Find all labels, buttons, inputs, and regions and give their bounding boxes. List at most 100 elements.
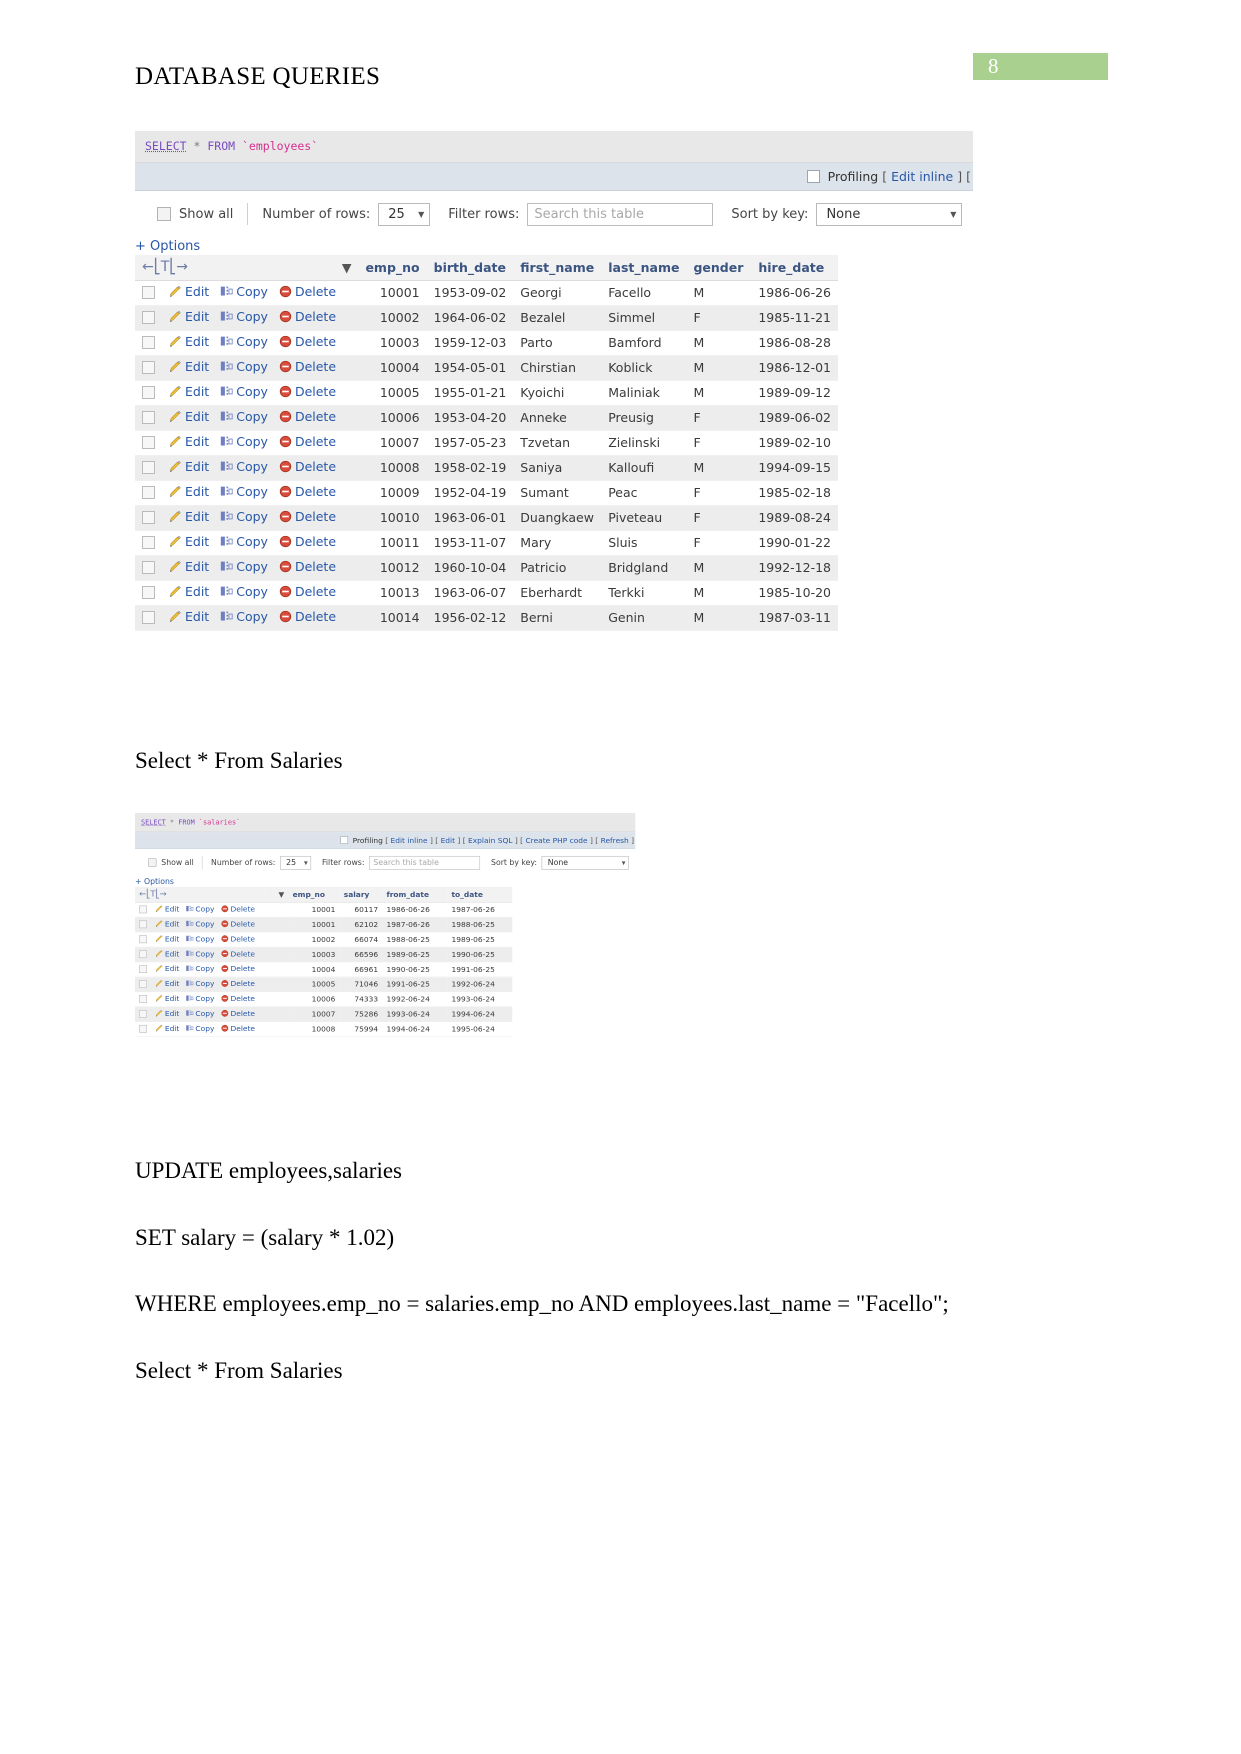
copy-row-link[interactable]: Copy [236, 359, 268, 374]
row-select-checkbox[interactable] [139, 950, 147, 959]
column-header-from-date[interactable]: from_date [382, 887, 448, 903]
row-select-checkbox[interactable] [139, 1010, 147, 1018]
edit-inline-link[interactable]: Edit inline [891, 169, 953, 184]
copy-row-link[interactable]: Copy [236, 309, 268, 324]
sort-by-key-select[interactable]: None ▼ [541, 855, 629, 870]
delete-row-link[interactable]: Delete [295, 609, 336, 624]
row-select-checkbox[interactable] [142, 561, 155, 574]
edit-row-link[interactable]: Edit [185, 359, 209, 374]
row-select-checkbox[interactable] [139, 980, 147, 988]
edit-row-link[interactable]: Edit [185, 409, 209, 424]
row-select-checkbox[interactable] [142, 536, 155, 549]
copy-row-link[interactable]: Copy [236, 484, 268, 499]
edit-row-link[interactable]: Edit [185, 509, 209, 524]
filter-rows-input[interactable]: Search this table [527, 202, 714, 226]
edit-inline-link[interactable]: Edit inline [391, 836, 428, 845]
delete-row-link[interactable]: Delete [230, 934, 255, 943]
filter-rows-input[interactable]: Search this table [369, 855, 481, 870]
edit-row-link[interactable]: Edit [185, 584, 209, 599]
delete-row-link[interactable]: Delete [295, 459, 336, 474]
edit-row-link[interactable]: Edit [165, 979, 179, 988]
row-select-checkbox[interactable] [139, 1024, 147, 1033]
number-of-rows-select[interactable]: 25 ▼ [378, 202, 431, 226]
edit-row-link[interactable]: Edit [185, 609, 209, 624]
row-navigation-header[interactable]: ←⎣T⎣→ [135, 255, 324, 281]
row-select-checkbox[interactable] [142, 461, 155, 474]
number-of-rows-select[interactable]: 25 ▼ [280, 855, 312, 870]
row-select-checkbox[interactable] [142, 411, 155, 424]
copy-row-link[interactable]: Copy [236, 384, 268, 399]
column-header-emp-no[interactable]: emp_no [288, 887, 340, 903]
copy-row-link[interactable]: Copy [195, 994, 214, 1003]
copy-row-link[interactable]: Copy [236, 459, 268, 474]
column-header-first-name[interactable]: first_name [513, 255, 602, 281]
edit-row-link[interactable]: Edit [185, 534, 209, 549]
delete-row-link[interactable]: Delete [295, 409, 336, 424]
copy-row-link[interactable]: Copy [236, 334, 268, 349]
row-select-checkbox[interactable] [139, 920, 147, 929]
delete-row-link[interactable]: Delete [230, 979, 255, 988]
copy-row-link[interactable]: Copy [195, 1024, 214, 1033]
copy-row-link[interactable]: Copy [236, 559, 268, 574]
row-select-checkbox[interactable] [139, 995, 147, 1003]
options-toggle-employees[interactable]: + Options [135, 237, 973, 255]
create-php-code-link[interactable]: Create PHP code [525, 836, 587, 845]
copy-row-link[interactable]: Copy [236, 609, 268, 624]
copy-row-link[interactable]: Copy [236, 584, 268, 599]
row-select-checkbox[interactable] [142, 436, 155, 449]
edit-row-link[interactable]: Edit [165, 1009, 179, 1018]
column-header-hire-date[interactable]: hire_date [751, 255, 838, 281]
edit-row-link[interactable]: Edit [165, 904, 179, 913]
column-header-gender[interactable]: gender [686, 255, 752, 281]
delete-row-link[interactable]: Delete [230, 1024, 255, 1033]
delete-row-link[interactable]: Delete [230, 919, 255, 928]
row-select-checkbox[interactable] [139, 965, 147, 973]
copy-row-link[interactable]: Copy [195, 904, 214, 913]
edit-row-link[interactable]: Edit [165, 1024, 179, 1033]
delete-row-link[interactable]: Delete [295, 484, 336, 499]
edit-row-link[interactable]: Edit [185, 434, 209, 449]
edit-row-link[interactable]: Edit [185, 484, 209, 499]
profiling-checkbox[interactable] [340, 836, 348, 845]
explain-sql-link[interactable]: Explain SQL [468, 836, 512, 845]
edit-row-link[interactable]: Edit [185, 559, 209, 574]
column-header-emp-no[interactable]: emp_no [358, 255, 427, 281]
copy-row-link[interactable]: Copy [195, 934, 214, 943]
row-select-checkbox[interactable] [142, 286, 155, 299]
sort-indicator-header[interactable]: ▼ [265, 887, 289, 903]
sql-query-box-employees[interactable]: SELECT * FROM `employees` [135, 131, 973, 163]
row-select-checkbox[interactable] [142, 336, 155, 349]
copy-row-link[interactable]: Copy [195, 979, 214, 988]
edit-row-link[interactable]: Edit [185, 384, 209, 399]
delete-row-link[interactable]: Delete [230, 994, 255, 1003]
copy-row-link[interactable]: Copy [195, 919, 214, 928]
edit-row-link[interactable]: Edit [165, 919, 179, 928]
row-select-checkbox[interactable] [142, 386, 155, 399]
delete-row-link[interactable]: Delete [230, 1009, 255, 1018]
delete-row-link[interactable]: Delete [295, 334, 336, 349]
copy-row-link[interactable]: Copy [195, 964, 214, 973]
copy-row-link[interactable]: Copy [236, 509, 268, 524]
edit-row-link[interactable]: Edit [165, 994, 179, 1003]
delete-row-link[interactable]: Delete [295, 584, 336, 599]
show-all-group[interactable]: Show all [157, 207, 233, 222]
refresh-link[interactable]: Refresh [601, 836, 629, 845]
column-header-to-date[interactable]: to_date [447, 887, 513, 903]
delete-row-link[interactable]: Delete [230, 904, 255, 913]
copy-row-link[interactable]: Copy [236, 534, 268, 549]
edit-row-link[interactable]: Edit [165, 949, 179, 958]
copy-row-link[interactable]: Copy [236, 434, 268, 449]
column-header-salary[interactable]: salary [339, 887, 383, 903]
delete-row-link[interactable]: Delete [295, 559, 336, 574]
row-select-checkbox[interactable] [142, 511, 155, 524]
delete-row-link[interactable]: Delete [295, 284, 336, 299]
edit-row-link[interactable]: Edit [165, 934, 179, 943]
row-select-checkbox[interactable] [142, 486, 155, 499]
delete-row-link[interactable]: Delete [295, 384, 336, 399]
delete-row-link[interactable]: Delete [295, 434, 336, 449]
edit-row-link[interactable]: Edit [165, 964, 179, 973]
row-navigation-header[interactable]: ←⎣T⎣→ [135, 887, 266, 903]
profiling-checkbox[interactable] [806, 170, 820, 183]
edit-link[interactable]: Edit [441, 836, 455, 845]
delete-row-link[interactable]: Delete [230, 949, 255, 958]
